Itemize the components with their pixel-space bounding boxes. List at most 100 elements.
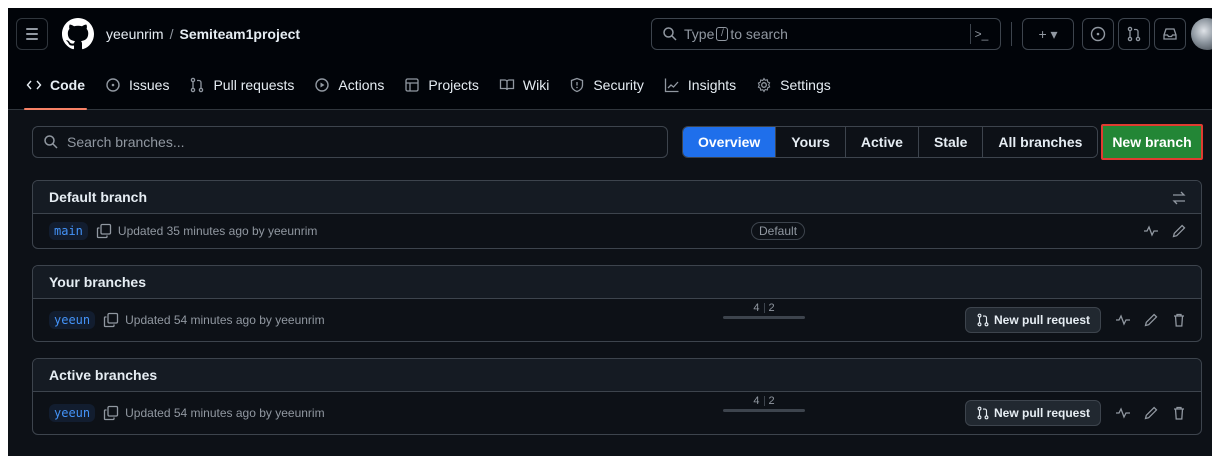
ahead-count: 2 bbox=[768, 395, 775, 407]
play-icon bbox=[315, 78, 330, 92]
repo-breadcrumb: yeeunrim / Semiteam1project bbox=[106, 26, 300, 42]
issue-icon bbox=[106, 78, 120, 92]
tab-security-label: Security bbox=[593, 77, 644, 93]
branch-filter-group: Overview Yours Active Stale All branches bbox=[682, 126, 1099, 158]
branch-row: yeeun Updated 54 minutes ago by yeeunrim… bbox=[33, 299, 1201, 341]
filter-all-branches[interactable]: All branches bbox=[982, 127, 1098, 157]
section-header: Default branch bbox=[33, 181, 1201, 214]
branch-row: main Updated 35 minutes ago by yeeunrim … bbox=[33, 214, 1201, 248]
activity-icon[interactable] bbox=[1115, 312, 1131, 328]
tab-wiki-label: Wiki bbox=[522, 77, 550, 93]
new-branch-button[interactable]: New branch bbox=[1101, 124, 1203, 160]
tab-insights[interactable]: Insights bbox=[654, 69, 746, 101]
section-title: Your branches bbox=[49, 274, 146, 290]
branch-name-link[interactable]: yeeun bbox=[49, 311, 96, 329]
search-prefix: Type bbox=[684, 26, 715, 42]
shield-icon bbox=[571, 77, 584, 93]
pull-requests-button[interactable] bbox=[1118, 18, 1150, 50]
section-header: Active branches bbox=[33, 359, 1201, 392]
section-title: Active branches bbox=[49, 367, 158, 383]
branch-updated-text: Updated 54 minutes ago by yeeunrim bbox=[125, 406, 325, 420]
default-branch-box: Default branch main Updated 35 minutes a… bbox=[32, 180, 1202, 249]
new-pull-request-label: New pull request bbox=[994, 406, 1091, 420]
github-logo-icon[interactable] bbox=[62, 18, 94, 50]
global-search[interactable]: Type / to search >_ bbox=[651, 18, 1001, 50]
repo-name-link[interactable]: Semiteam1project bbox=[179, 26, 300, 42]
issues-button[interactable] bbox=[1082, 18, 1114, 50]
filter-active[interactable]: Active bbox=[844, 127, 918, 157]
inbox-button[interactable] bbox=[1154, 18, 1186, 50]
repo-nav: Code Issues Pull requests Actions Projec… bbox=[8, 60, 1212, 110]
search-shortcut-key: / bbox=[716, 27, 729, 41]
tab-security[interactable]: Security bbox=[559, 69, 654, 101]
default-badge: Default bbox=[751, 222, 806, 240]
tab-insights-label: Insights bbox=[687, 77, 737, 93]
ahead-behind-bar bbox=[723, 409, 805, 412]
tab-actions-label: Actions bbox=[338, 77, 385, 93]
issue-icon bbox=[1090, 26, 1106, 42]
behind-count: 4 bbox=[753, 395, 760, 407]
section-title: Default branch bbox=[49, 189, 148, 205]
trash-icon[interactable] bbox=[1171, 312, 1187, 328]
tab-issues[interactable]: Issues bbox=[95, 69, 179, 101]
search-suffix: to search bbox=[730, 26, 788, 42]
tab-projects[interactable]: Projects bbox=[394, 69, 489, 101]
branch-row: yeeun Updated 54 minutes ago by yeeunrim… bbox=[33, 392, 1201, 434]
ahead-behind-indicator: 42 bbox=[723, 395, 805, 412]
row-actions bbox=[1143, 223, 1187, 239]
pencil-icon[interactable] bbox=[1143, 312, 1159, 328]
branch-updated-text: Updated 54 minutes ago by yeeunrim bbox=[125, 313, 325, 327]
branch-name-link[interactable]: yeeun bbox=[49, 404, 96, 422]
branch-updated-text: Updated 35 minutes ago by yeeunrim bbox=[117, 224, 318, 238]
new-pull-request-button[interactable]: New pull request bbox=[965, 400, 1102, 426]
new-pull-request-button[interactable]: New pull request bbox=[965, 307, 1102, 333]
pull-request-icon bbox=[1127, 26, 1141, 42]
row-actions bbox=[1115, 312, 1187, 328]
search-icon bbox=[663, 27, 677, 41]
tab-projects-label: Projects bbox=[428, 77, 479, 93]
menu-button[interactable] bbox=[16, 18, 48, 50]
create-new-button[interactable]: + ▾ bbox=[1022, 18, 1074, 50]
book-icon bbox=[499, 79, 515, 91]
search-icon bbox=[44, 135, 58, 149]
ahead-count: 2 bbox=[768, 302, 775, 314]
section-header: Your branches bbox=[33, 266, 1201, 299]
copy-icon[interactable] bbox=[96, 223, 112, 239]
repo-header: yeeunrim / Semiteam1project Type / to sear… bbox=[8, 8, 1212, 110]
tab-pull-requests[interactable]: Pull requests bbox=[179, 69, 304, 101]
activity-icon[interactable] bbox=[1115, 405, 1131, 421]
copy-icon[interactable] bbox=[103, 312, 119, 328]
behind-count: 4 bbox=[753, 302, 760, 314]
tab-settings[interactable]: Settings bbox=[746, 69, 841, 101]
tab-code-label: Code bbox=[50, 77, 85, 93]
tab-pull-requests-label: Pull requests bbox=[213, 77, 295, 93]
activity-icon[interactable] bbox=[1143, 223, 1159, 239]
filter-stale[interactable]: Stale bbox=[917, 127, 983, 157]
repo-owner-link[interactable]: yeeunrim bbox=[106, 26, 164, 42]
github-window: yeeunrim / Semiteam1project Type / to sear… bbox=[8, 8, 1212, 456]
branch-name-link[interactable]: main bbox=[49, 222, 88, 240]
filter-yours[interactable]: Yours bbox=[775, 127, 845, 157]
inbox-icon bbox=[1163, 28, 1177, 40]
switch-default-branch-icon[interactable] bbox=[1171, 190, 1187, 206]
tab-wiki[interactable]: Wiki bbox=[489, 69, 559, 101]
pencil-icon[interactable] bbox=[1143, 405, 1159, 421]
tab-issues-label: Issues bbox=[129, 77, 170, 93]
command-palette-icon[interactable]: >_ bbox=[970, 24, 992, 44]
branch-search-placeholder: Search branches... bbox=[67, 134, 185, 150]
graph-icon bbox=[664, 78, 679, 93]
pencil-icon[interactable] bbox=[1171, 223, 1187, 239]
active-branches-box: Active branches yeeun Updated 54 minutes… bbox=[32, 358, 1202, 435]
your-branches-box: Your branches yeeun Updated 54 minutes a… bbox=[32, 265, 1202, 342]
table-icon bbox=[405, 78, 419, 92]
branch-search-input[interactable]: Search branches... bbox=[32, 126, 668, 158]
ahead-behind-bar bbox=[723, 316, 805, 319]
new-pull-request-label: New pull request bbox=[994, 313, 1091, 327]
tab-actions[interactable]: Actions bbox=[304, 69, 394, 101]
tab-code[interactable]: Code bbox=[16, 69, 95, 110]
copy-icon[interactable] bbox=[103, 405, 119, 421]
filter-overview[interactable]: Overview bbox=[683, 127, 776, 157]
code-icon bbox=[26, 80, 42, 90]
trash-icon[interactable] bbox=[1171, 405, 1187, 421]
gear-icon bbox=[757, 77, 771, 93]
